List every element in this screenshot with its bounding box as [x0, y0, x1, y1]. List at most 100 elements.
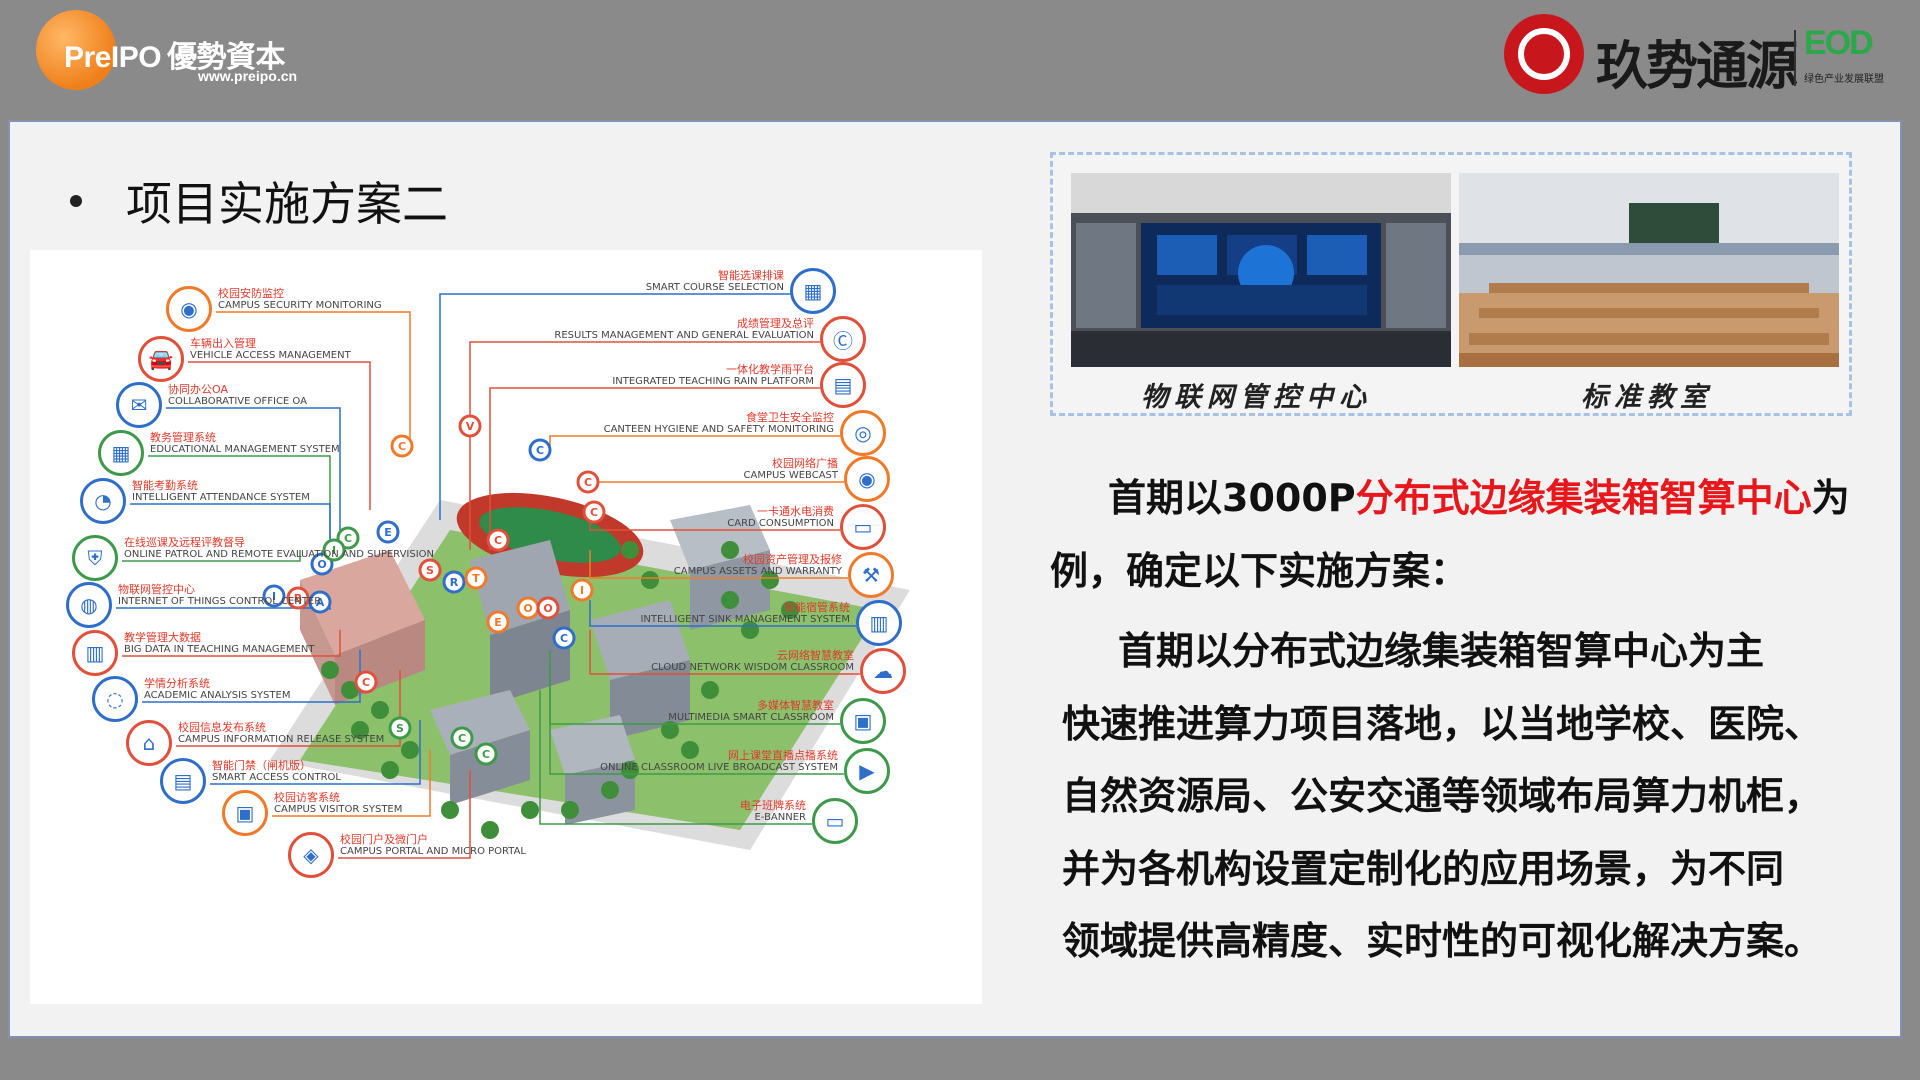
system-label-cn: 校园门户及微门户 — [340, 833, 428, 846]
system-label-en: INTELLIGENT SINK MANAGEMENT SYSTEM — [640, 614, 850, 625]
system-icon: ◈ — [288, 832, 334, 878]
system-icon: ⌂ — [126, 720, 172, 766]
system-label-en: INTERNET OF THINGS CONTROL CENTER — [118, 596, 322, 607]
system-icon: ✉ — [116, 382, 162, 428]
system-label-cn: 智能选课排课 — [718, 269, 784, 282]
system-icon: ⛨ — [72, 535, 118, 581]
iot-control-center-photo — [1071, 173, 1451, 367]
intro-line-2: 例，确定以下实施方案： — [1050, 549, 1469, 593]
system-label-cn: 食堂卫生安全监控 — [746, 411, 834, 424]
system-label-en: INTELLIGENT ATTENDANCE SYSTEM — [132, 492, 310, 503]
system-label-cn: 多媒体智慧教室 — [757, 699, 834, 712]
campus-pin: V — [458, 414, 482, 438]
campus-pin: I — [570, 578, 594, 602]
campus-pin-letter: O — [523, 602, 532, 615]
campus-pin: C — [474, 742, 498, 766]
campus-pin-letter: C — [494, 534, 502, 547]
system-label: 教学管理大数据 BIG DATA IN TEACHING MANAGEMENT — [124, 632, 314, 656]
photo-caption-iot: 物联网管控中心 — [1141, 382, 1372, 413]
system-label: 校园资产管理及报修 CAMPUS ASSETS AND WARRANTY — [674, 554, 842, 578]
system-label: 一卡通水电消费 CARD CONSUMPTION — [727, 506, 834, 530]
tree — [441, 801, 459, 819]
system-icon: ◉ — [844, 456, 890, 502]
system-label-cn: 一卡通水电消费 — [757, 505, 834, 518]
system-label: 校园安防监控 CAMPUS SECURITY MONITORING — [218, 288, 382, 312]
system-label-en: CAMPUS VISITOR SYSTEM — [274, 804, 403, 815]
intro-text-b: 为 — [1811, 476, 1850, 520]
campus-pin: C — [390, 434, 414, 458]
campus-pin: S — [388, 716, 412, 740]
system-label-en: ONLINE CLASSROOM LIVE BROADCAST SYSTEM — [600, 762, 838, 773]
system-label-cn: 云网络智慧教室 — [777, 649, 854, 662]
campus-pin: C — [486, 528, 510, 552]
system-label: 一体化教学雨平台 INTEGRATED TEACHING RAIN PLATFOR… — [612, 364, 814, 388]
campus-pin-letter: O — [543, 602, 552, 615]
system-label-cn: 电子班牌系统 — [740, 799, 806, 812]
tree — [381, 761, 399, 779]
system-icon: ▦ — [790, 268, 836, 314]
system-icon: Ⓒ — [820, 316, 866, 362]
intro-paragraph: 首期以3000P分布式边缘集装箱智算中心为 例，确定以下实施方案： — [1050, 462, 1892, 608]
connector-line — [216, 311, 411, 450]
campus-pin-letter: R — [450, 576, 459, 589]
campus-pin-letter: V — [466, 420, 475, 433]
slide-header: PreIPO 優勢資本 www.preipo.cn 玖势通源 EOD 绿色产业发展… — [0, 0, 1920, 118]
system-icon: ◔ — [80, 478, 126, 524]
preipo-logo-url: www.preipo.cn — [198, 68, 298, 84]
campus-pin: O — [536, 596, 560, 620]
plan-line-2: 快速推进算力项目落地，以当地学校、医院、 — [1062, 701, 1823, 746]
campus-pin: E — [486, 610, 510, 634]
system-icon: ▶ — [844, 748, 890, 794]
system-label-en: CLOUD NETWORK WISDOM CLASSROOM — [651, 662, 854, 673]
slide-title-row: 项目实施方案二 — [70, 168, 448, 234]
campus-pin: R — [442, 570, 466, 594]
system-label-cn: 成绩管理及总评 — [737, 317, 814, 330]
campus-pin-letter: C — [536, 444, 544, 457]
plan-paragraph: 首期以分布式边缘集装箱智算中心为主 快速推进算力项目落地，以当地学校、医院、 自… — [1062, 615, 1892, 978]
jiushi-logo: 玖势通源 EOD 绿色产业发展联盟 — [1504, 12, 1904, 102]
slide-title: 项目实施方案二 — [126, 177, 448, 231]
system-label-cn: 智能宿管系统 — [784, 601, 850, 614]
jiushi-seal-icon — [1504, 14, 1584, 94]
campus-pin-letter: C — [458, 732, 466, 745]
intro-text-a: 首期以3000P — [1108, 476, 1356, 520]
campus-pin-letter: C — [584, 476, 592, 489]
system-icon: ▣ — [222, 790, 268, 836]
system-label-en: SMART COURSE SELECTION — [645, 282, 784, 293]
system-label-en: COLLABORATIVE OFFICE OA — [168, 396, 307, 407]
campus-pin: C — [450, 726, 474, 750]
system-icon: ◍ — [66, 582, 112, 628]
system-label-en: CAMPUS PORTAL AND MICRO PORTAL — [340, 846, 526, 857]
eod-logo-mark: EOD — [1804, 24, 1874, 62]
smart-campus-diagram: CVECOIIBASRTCCCCIOOECCSCC ◉ 校园安防监控 CAMPUS … — [30, 250, 982, 1004]
system-label: 教务管理系统 EDUCATIONAL MANAGEMENT SYSTEM — [150, 432, 340, 456]
system-label: 云网络智慧教室 CLOUD NETWORK WISDOM CLASSROOM — [651, 650, 854, 674]
system-label: 物联网管控中心 INTERNET OF THINGS CONTROL CENTER — [118, 584, 321, 608]
system-label: 车辆出入管理 VEHICLE ACCESS MANAGEMENT — [190, 338, 351, 362]
system-label-en: RESULTS MANAGEMENT AND GENERAL EVALUATIO… — [554, 330, 814, 341]
campus-pin: C — [354, 670, 378, 694]
system-label: 智能门禁（闸机版） SMART ACCESS CONTROL — [212, 760, 341, 784]
system-label-cn: 物联网管控中心 — [118, 583, 195, 596]
system-icon: ▣ — [840, 698, 886, 744]
photo-card: 物联网管控中心 标准教室 — [1050, 152, 1852, 416]
system-icon: ▥ — [856, 600, 902, 646]
campus-pin: S — [418, 558, 442, 582]
system-label: 智能选课排课 SMART COURSE SELECTION — [646, 270, 784, 294]
system-label-en: CARD CONSUMPTION — [727, 518, 834, 529]
tree — [561, 801, 579, 819]
system-label-en: CANTEEN HYGIENE AND SAFETY MONITORING — [603, 424, 834, 435]
system-icon: 🚘 — [138, 336, 184, 382]
system-label-en: CAMPUS ASSETS AND WARRANTY — [673, 566, 842, 577]
photo-caption-classroom: 标准教室 — [1581, 382, 1713, 413]
system-icon: ▤ — [160, 758, 206, 804]
logo-divider — [1794, 30, 1796, 86]
system-label: 电子班牌系统 E-BANNER — [740, 800, 806, 824]
system-label-en: CAMPUS WEBCAST — [743, 470, 839, 481]
system-label: 学情分析系统 ACADEMIC ANALYSIS SYSTEM — [144, 678, 290, 702]
system-label-cn: 校园信息发布系统 — [178, 721, 266, 734]
system-icon: ◉ — [166, 286, 212, 332]
system-icon: ▭ — [812, 798, 858, 844]
campus-pin: C — [528, 438, 552, 462]
system-label-cn: 学情分析系统 — [144, 677, 210, 690]
